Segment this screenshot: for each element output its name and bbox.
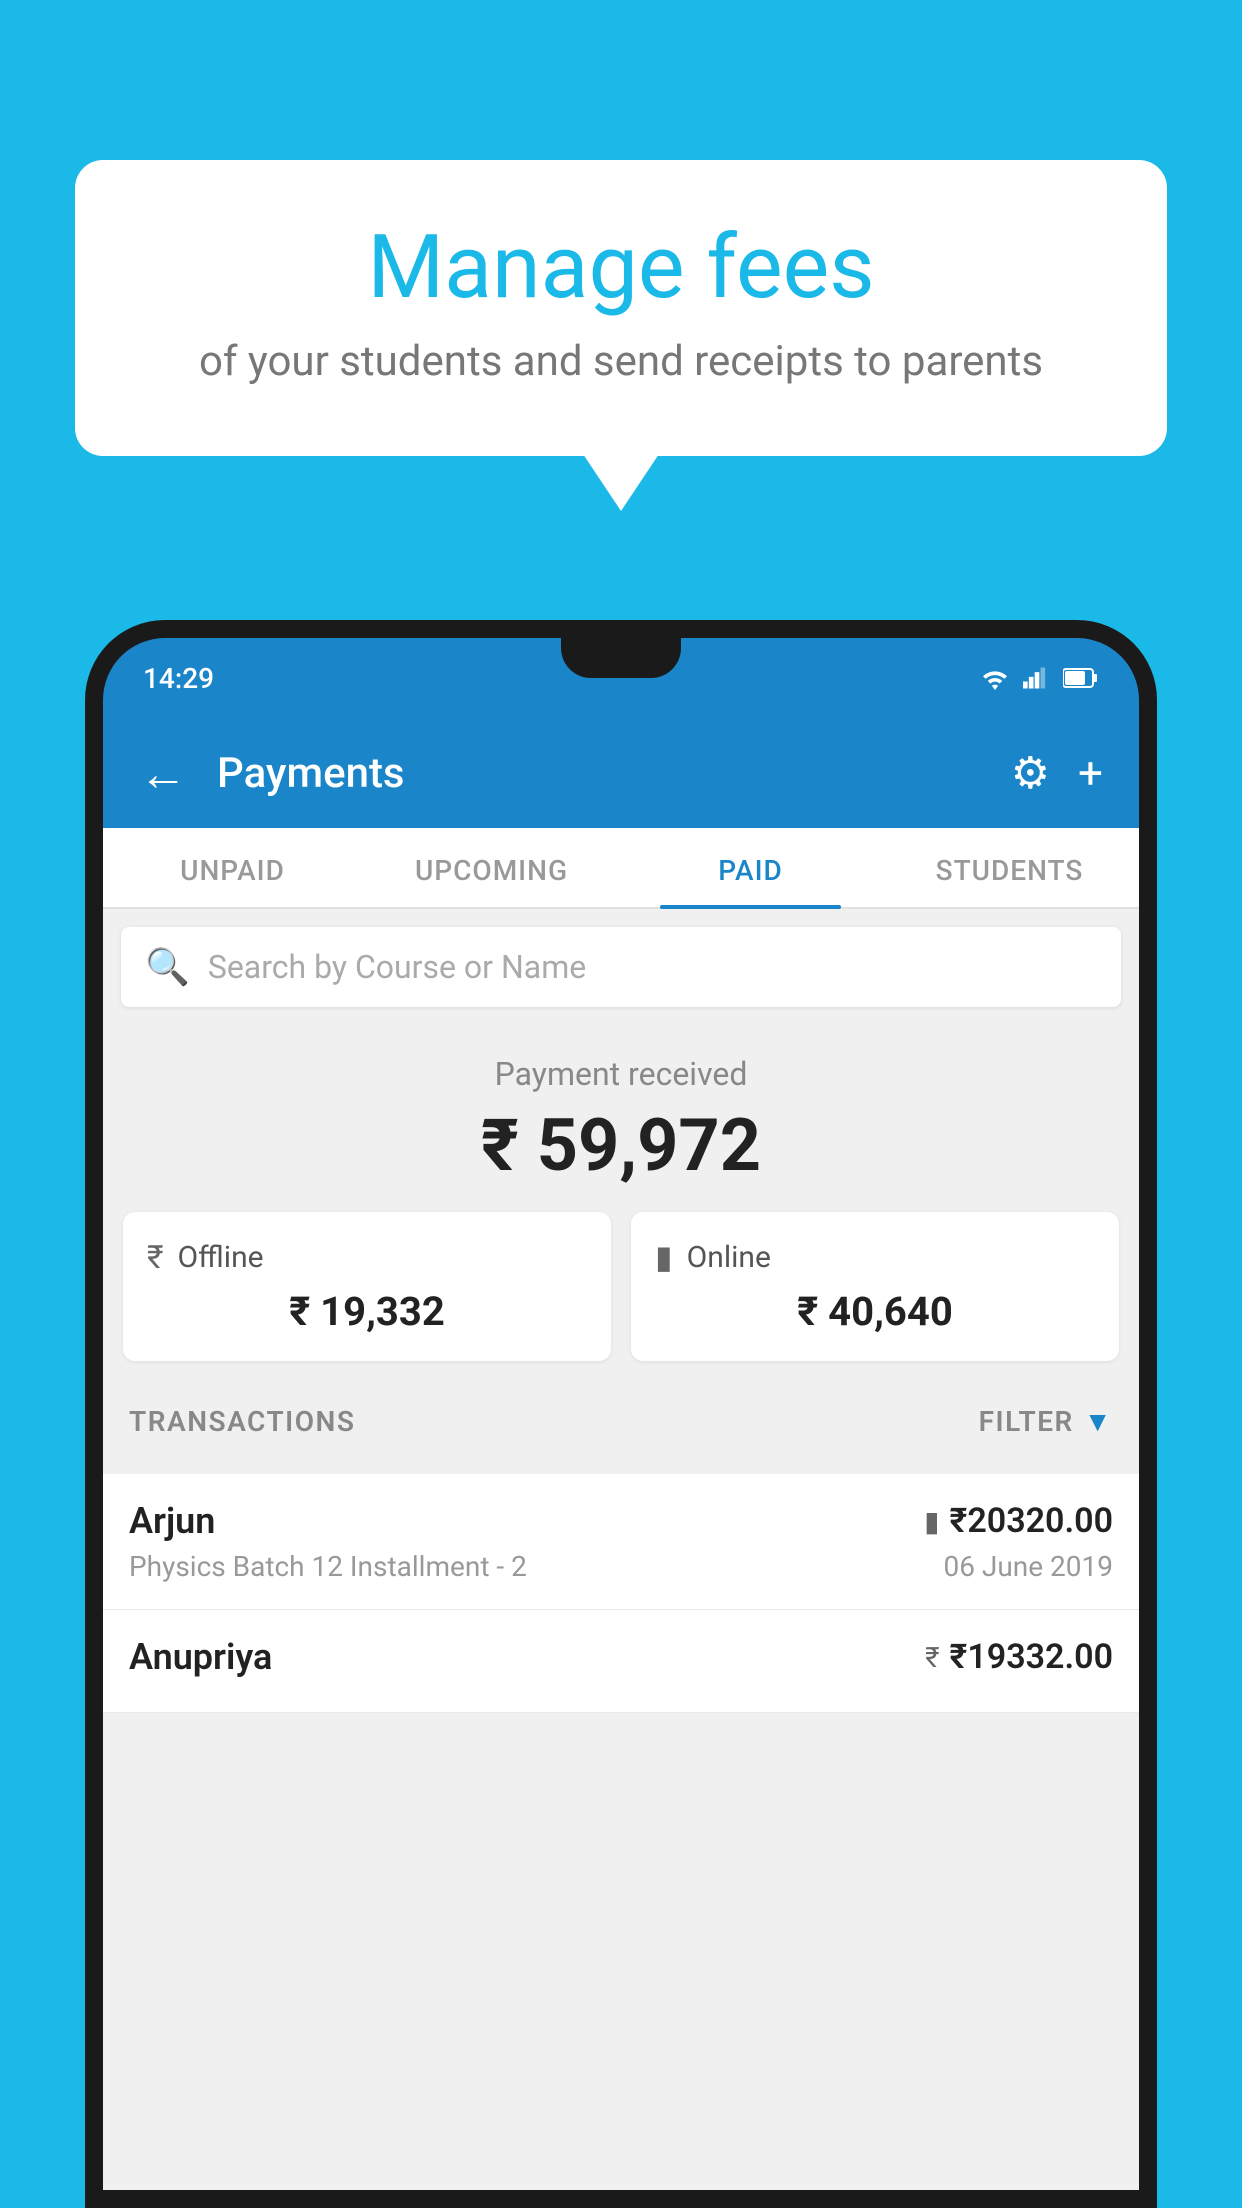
wifi-icon — [979, 666, 1011, 690]
signal-icon — [1023, 666, 1051, 690]
app-bar-icons: ⚙ + — [1011, 747, 1103, 799]
app-title: Payments — [217, 749, 981, 798]
cash-pay-icon-2: ₹ — [925, 1641, 939, 1674]
transaction-desc-1: Physics Batch 12 Installment - 2 — [129, 1550, 527, 1583]
add-button[interactable]: + — [1078, 747, 1103, 799]
phone-screen: ← Payments ⚙ + UNPAID UPCOMING PAID STUD… — [103, 718, 1139, 2190]
transaction-bottom-1: Physics Batch 12 Installment - 2 06 June… — [129, 1550, 1113, 1583]
bubble-subtitle: of your students and send receipts to pa… — [155, 337, 1087, 386]
notch — [561, 638, 681, 678]
offline-type: Offline — [178, 1240, 264, 1275]
battery-icon — [1063, 667, 1099, 689]
filter-button[interactable]: FILTER ▼ — [979, 1405, 1113, 1438]
card-pay-icon-1: ▮ — [924, 1505, 939, 1538]
bubble-title: Manage fees — [155, 220, 1087, 317]
search-icon: 🔍 — [145, 946, 190, 988]
tab-upcoming[interactable]: UPCOMING — [362, 828, 621, 907]
payment-section: Payment received ₹ 59,972 ₹ Offline ₹ 19… — [103, 1025, 1139, 1474]
offline-icon: ₹ — [147, 1238, 164, 1276]
status-time: 14:29 — [143, 662, 214, 695]
transaction-name-2: Anupriya — [129, 1636, 272, 1678]
payment-amount: ₹ 59,972 — [103, 1103, 1139, 1188]
phone-outer: 14:29 — [85, 620, 1157, 2208]
transaction-amount-wrap-2: ₹ ₹19332.00 — [925, 1637, 1113, 1677]
search-placeholder: Search by Course or Name — [208, 948, 586, 986]
payment-label: Payment received — [103, 1055, 1139, 1093]
table-row: Arjun ▮ ₹20320.00 Physics Batch 12 Insta… — [103, 1474, 1139, 1610]
search-bar[interactable]: 🔍 Search by Course or Name — [121, 927, 1121, 1007]
settings-button[interactable]: ⚙ — [1011, 747, 1050, 799]
transaction-top-1: Arjun ▮ ₹20320.00 — [129, 1500, 1113, 1542]
transaction-name-1: Arjun — [129, 1500, 215, 1542]
online-icon: ▮ — [655, 1238, 673, 1276]
transactions-header: TRANSACTIONS FILTER ▼ — [103, 1385, 1139, 1454]
online-type: Online — [687, 1240, 771, 1275]
transaction-top-2: Anupriya ₹ ₹19332.00 — [129, 1636, 1113, 1678]
transaction-amount-1: ₹20320.00 — [950, 1501, 1113, 1541]
online-card: ▮ Online ₹ 40,640 — [631, 1212, 1119, 1361]
payment-cards-row: ₹ Offline ₹ 19,332 ▮ Online ₹ 40,640 — [103, 1212, 1139, 1385]
online-card-header: ▮ Online — [655, 1238, 1095, 1276]
online-amount: ₹ 40,640 — [655, 1288, 1095, 1335]
tab-paid[interactable]: PAID — [621, 828, 880, 907]
filter-label: FILTER — [979, 1405, 1074, 1438]
table-row: Anupriya ₹ ₹19332.00 — [103, 1610, 1139, 1713]
offline-amount: ₹ 19,332 — [147, 1288, 587, 1335]
speech-bubble: Manage fees of your students and send re… — [75, 160, 1167, 456]
phone-mockup: 14:29 — [85, 620, 1157, 2208]
app-bar: ← Payments ⚙ + — [103, 718, 1139, 828]
back-button[interactable]: ← — [139, 745, 187, 802]
tab-students[interactable]: STUDENTS — [880, 828, 1139, 907]
status-bar: 14:29 — [103, 638, 1139, 718]
transactions-label: TRANSACTIONS — [129, 1405, 355, 1438]
transaction-amount-2: ₹19332.00 — [950, 1637, 1113, 1677]
offline-card: ₹ Offline ₹ 19,332 — [123, 1212, 611, 1361]
transaction-date-1: 06 June 2019 — [943, 1550, 1113, 1583]
filter-icon: ▼ — [1084, 1405, 1113, 1438]
offline-card-header: ₹ Offline — [147, 1238, 587, 1276]
transaction-amount-wrap-1: ▮ ₹20320.00 — [924, 1501, 1113, 1541]
status-icons — [979, 666, 1099, 690]
tab-unpaid[interactable]: UNPAID — [103, 828, 362, 907]
tabs-bar: UNPAID UPCOMING PAID STUDENTS — [103, 828, 1139, 909]
